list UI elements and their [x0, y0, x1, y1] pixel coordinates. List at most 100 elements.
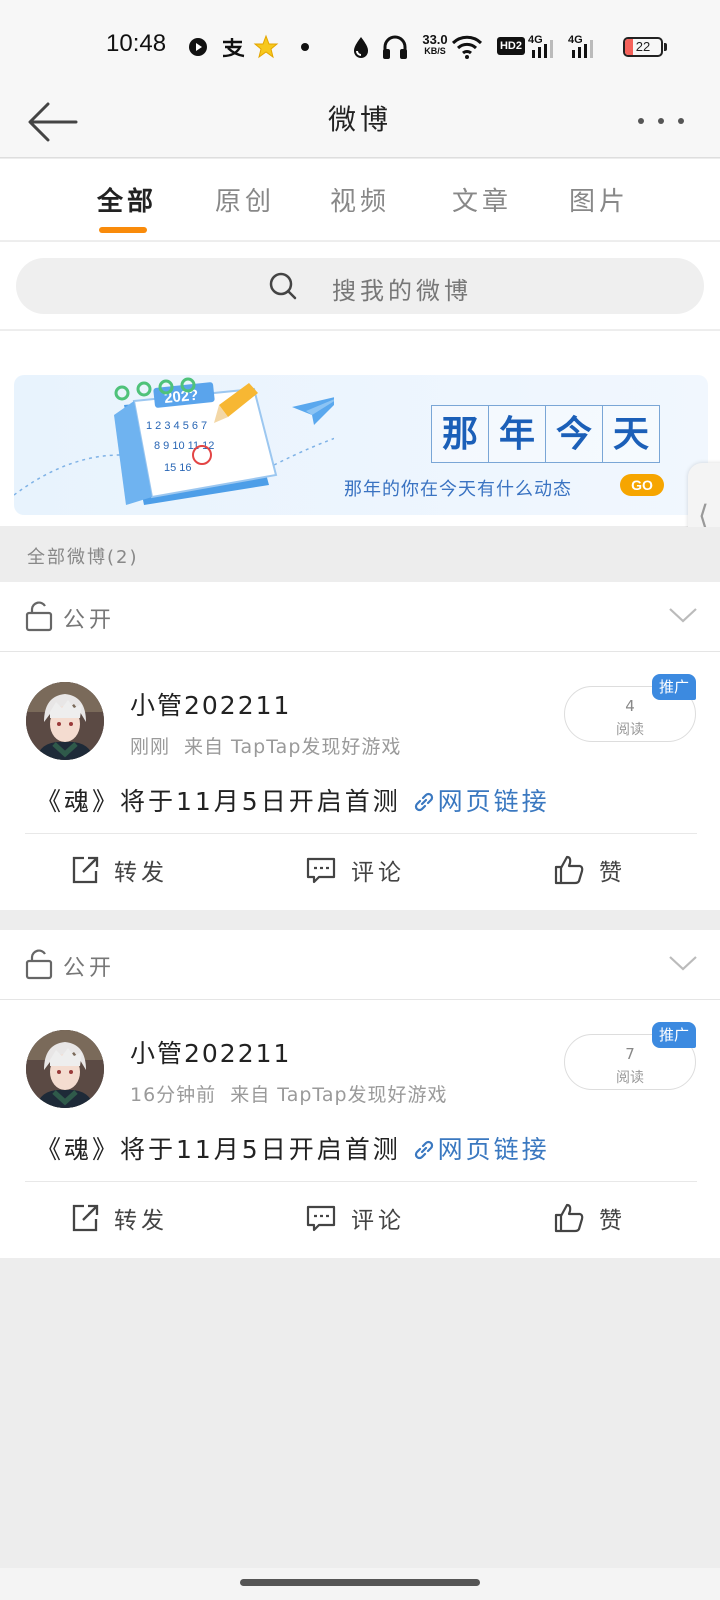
tab-article[interactable]: 文章 — [452, 181, 512, 218]
hd-badge: HD2 — [497, 37, 525, 55]
network-speed-unit: KB/S — [424, 46, 446, 56]
network-speed: 33.0 KB/S — [418, 33, 452, 56]
battery-level: 22 — [635, 39, 651, 54]
read-label: 阅读 — [616, 1070, 644, 1086]
comment-label: 评论 — [351, 860, 405, 886]
home-indicator[interactable] — [240, 1579, 480, 1586]
visibility-label: 公开 — [63, 956, 116, 981]
visibility-filter[interactable]: 公开 — [0, 582, 720, 652]
headphones-icon — [383, 35, 407, 59]
banner-title-char: 那 — [431, 405, 489, 463]
divider — [25, 1181, 697, 1182]
page-title: 微博 — [327, 103, 392, 136]
section-header: 全部微博(2) — [0, 527, 720, 581]
wifi-icon — [451, 35, 483, 59]
repost-icon — [72, 1204, 99, 1232]
web-link-text: 网页链接 — [437, 1135, 550, 1164]
repost-icon — [72, 856, 99, 884]
tab-all[interactable]: 全部 — [97, 181, 157, 218]
nav-bar: 微博 — [0, 86, 720, 158]
post-source[interactable]: 来自 TapTap发现好游戏 — [230, 1084, 447, 1106]
lock-icon — [25, 601, 53, 632]
all-posts-count: 全部微博(2) — [27, 547, 139, 568]
post-meta: 16分钟前 来自 TapTap发现好游戏 — [130, 1080, 448, 1107]
post-card: 公开 小管202211 16分钟前 来自 TapTap发现好游戏 7 阅读 推广 … — [0, 930, 720, 1258]
banner-subtitle: 那年的你在今天有什么动态 — [344, 479, 572, 500]
web-link-text: 网页链接 — [437, 787, 550, 816]
post-source[interactable]: 来自 TapTap发现好游戏 — [184, 736, 401, 758]
svg-text:15 16: 15 16 — [164, 462, 192, 474]
repost-button[interactable]: 转发 — [70, 850, 168, 890]
battery-tip — [664, 43, 667, 51]
read-label: 阅读 — [616, 722, 644, 738]
comment-label: 评论 — [351, 1208, 405, 1234]
post-text: 《魂》将于11月5日开启首测 网页链接 — [36, 1130, 550, 1166]
web-link[interactable]: 网页链接 — [412, 1135, 550, 1164]
battery-fill — [625, 39, 633, 55]
comment-button[interactable]: 评论 — [305, 850, 405, 890]
alipay-icon — [222, 38, 245, 58]
divider — [25, 833, 697, 834]
more-dot — [678, 118, 684, 124]
tab-original[interactable]: 原创 — [215, 181, 275, 218]
active-tab-indicator — [99, 227, 147, 233]
calendar-illustration: 202? 1 2 3 4 5 6 7 8 9 10 11 12 15 16 — [14, 377, 334, 505]
post-text: 《魂》将于11月5日开启首测 网页链接 — [36, 782, 550, 818]
banner-title: 那 年 今 天 — [431, 405, 660, 463]
chevron-down-icon — [669, 956, 697, 971]
svg-text:1 2 3 4 5 6 7: 1 2 3 4 5 6 7 — [146, 420, 207, 432]
filter-tabs: 全部 原创 视频 文章 图片 — [0, 159, 720, 241]
more-button[interactable] — [636, 106, 696, 136]
status-bar: 10:48 33.0 KB/S HD2 4G 4G 22 — [0, 0, 720, 86]
like-icon — [554, 855, 584, 885]
banner-title-char: 今 — [545, 405, 603, 463]
like-label: 赞 — [599, 860, 626, 886]
avatar-image — [26, 682, 104, 760]
link-icon — [414, 792, 433, 812]
tab-video[interactable]: 视频 — [330, 181, 390, 218]
post-card: 公开 小管202211 刚刚 来自 TapTap发现好游戏 4 阅读 推广 《魂》… — [0, 582, 720, 910]
avatar-image — [26, 1030, 104, 1108]
visibility-label: 公开 — [63, 608, 116, 633]
like-button[interactable]: 赞 — [553, 850, 626, 890]
comment-icon — [306, 1205, 336, 1232]
dot-icon — [301, 43, 309, 51]
search-placeholder: 搜我的微博 — [332, 277, 472, 305]
water-drop-icon — [354, 37, 368, 58]
comment-button[interactable]: 评论 — [305, 1198, 405, 1238]
banner-section: 202? 1 2 3 4 5 6 7 8 9 10 11 12 15 16 那 … — [0, 331, 720, 526]
post-time: 刚刚 — [130, 736, 171, 758]
like-button[interactable]: 赞 — [553, 1198, 626, 1238]
tab-image[interactable]: 图片 — [569, 181, 629, 218]
network-speed-value: 33.0 — [422, 32, 448, 47]
on-this-day-banner[interactable]: 202? 1 2 3 4 5 6 7 8 9 10 11 12 15 16 那 … — [14, 375, 708, 515]
comment-icon — [306, 857, 336, 884]
repost-button[interactable]: 转发 — [70, 1198, 168, 1238]
search-section: 搜我的微博 — [0, 242, 720, 330]
more-dot — [658, 118, 664, 124]
avatar[interactable] — [26, 1030, 104, 1108]
like-icon — [554, 1203, 584, 1233]
post-body: 《魂》将于11月5日开启首测 — [36, 787, 401, 816]
banner-title-char: 年 — [488, 405, 546, 463]
signal-icon-2 — [572, 40, 593, 58]
link-icon — [414, 1140, 433, 1160]
record-icon — [189, 38, 207, 56]
lock-icon — [25, 949, 53, 980]
promotion-badge[interactable]: 推广 — [652, 1022, 696, 1048]
chevron-down-icon — [669, 608, 697, 623]
promotion-badge[interactable]: 推广 — [652, 674, 696, 700]
like-label: 赞 — [599, 1208, 626, 1234]
web-link[interactable]: 网页链接 — [412, 787, 550, 816]
banner-go-button[interactable]: GO — [620, 474, 664, 496]
battery-indicator: 22 — [623, 37, 663, 57]
status-time: 10:48 — [106, 30, 167, 57]
username[interactable]: 小管202211 — [130, 1034, 291, 1070]
avatar[interactable] — [26, 682, 104, 760]
signal-icon — [532, 40, 553, 58]
visibility-filter[interactable]: 公开 — [0, 930, 720, 1000]
post-time: 16分钟前 — [130, 1084, 217, 1106]
search-input[interactable]: 搜我的微博 — [16, 258, 704, 314]
username[interactable]: 小管202211 — [130, 686, 291, 722]
banner-title-char: 天 — [602, 405, 660, 463]
